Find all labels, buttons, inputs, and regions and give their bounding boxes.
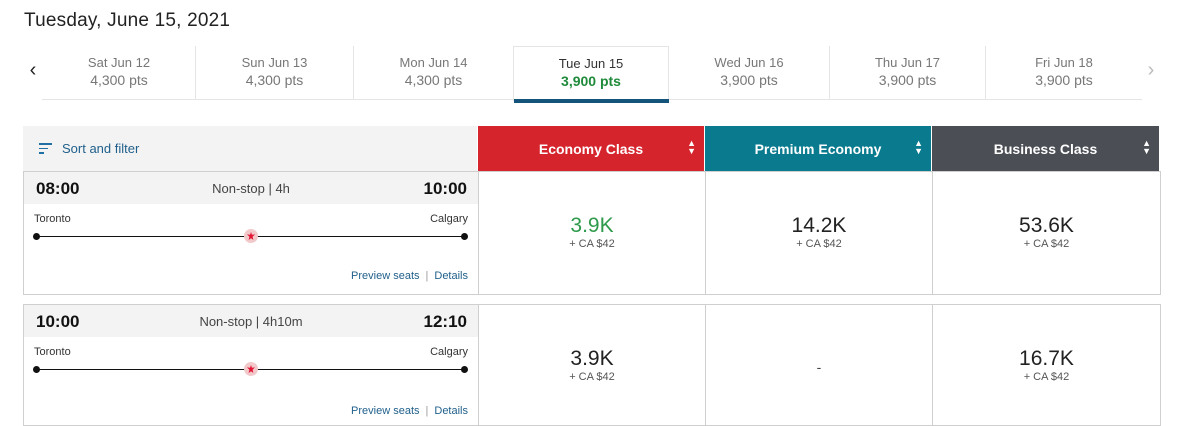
fare-economy[interactable]: 3.9K + CA $42 bbox=[478, 172, 705, 294]
maple-leaf-icon bbox=[244, 229, 258, 243]
date-option-mon-jun-14[interactable]: Mon Jun 14 4,300 pts bbox=[354, 46, 513, 100]
details-link[interactable]: Details bbox=[434, 270, 468, 282]
sort-arrows-icon: ▲ ▼ bbox=[1142, 138, 1151, 156]
date-selector: ‹ Sat Jun 12 4,300 pts Sun Jun 13 4,300 … bbox=[23, 46, 1163, 104]
arrival-time: 10:00 bbox=[423, 179, 467, 198]
maple-leaf-icon bbox=[244, 362, 258, 376]
fare-tax: + CA $42 bbox=[796, 238, 842, 250]
fare-amount: 53.6K bbox=[1019, 214, 1074, 237]
date-option-wed-jun-16[interactable]: Wed Jun 16 3,900 pts bbox=[669, 46, 830, 100]
origin-city: Toronto bbox=[34, 346, 71, 358]
preview-seats-link[interactable]: Preview seats bbox=[351, 405, 419, 417]
fare-amount: 14.2K bbox=[791, 214, 847, 237]
fare-amount: 3.9K bbox=[570, 214, 614, 237]
sort-arrows-icon: ▲ ▼ bbox=[687, 138, 696, 156]
destination-city: Calgary bbox=[430, 346, 468, 358]
flight-row: 08:00 Non-stop | 4h 10:00 Toronto Calgar… bbox=[23, 171, 1161, 295]
chevron-left-icon[interactable]: ‹ bbox=[25, 60, 41, 80]
sort-arrows-icon: ▲ ▼ bbox=[914, 138, 923, 156]
fare-business[interactable]: 16.7K + CA $42 bbox=[932, 305, 1160, 425]
date-option-tue-jun-15-selected[interactable]: Tue Jun 15 3,900 pts bbox=[513, 46, 669, 101]
fare-business[interactable]: 53.6K + CA $42 bbox=[932, 172, 1160, 294]
fare-tax: + CA $42 bbox=[1023, 371, 1070, 383]
destination-dot bbox=[461, 366, 468, 373]
fare-unavailable: - bbox=[816, 359, 822, 375]
cabin-header-business[interactable]: Business Class ▲ ▼ bbox=[932, 126, 1159, 171]
flight-duration: Non-stop | 4h10m bbox=[199, 314, 303, 329]
preview-seats-link[interactable]: Preview seats bbox=[351, 270, 419, 282]
fare-tax: + CA $42 bbox=[1023, 238, 1070, 250]
fare-tax: + CA $42 bbox=[569, 371, 615, 383]
page-title: Tuesday, June 15, 2021 bbox=[24, 10, 231, 31]
date-option-fri-jun-18[interactable]: Fri Jun 18 3,900 pts bbox=[986, 46, 1142, 100]
cabin-header-premium-economy[interactable]: Premium Economy ▲ ▼ bbox=[705, 126, 931, 171]
sort-and-filter-label: Sort and filter bbox=[62, 141, 140, 156]
date-option-thu-jun-17[interactable]: Thu Jun 17 3,900 pts bbox=[830, 46, 986, 100]
date-option-sun-jun-13[interactable]: Sun Jun 13 4,300 pts bbox=[196, 46, 354, 100]
fare-amount: 16.7K bbox=[1019, 347, 1074, 370]
sort-and-filter-button[interactable]: Sort and filter bbox=[23, 126, 477, 171]
details-link[interactable]: Details bbox=[434, 405, 468, 417]
flight-row: 10:00 Non-stop | 4h10m 12:10 Toronto Cal… bbox=[23, 304, 1161, 426]
origin-city: Toronto bbox=[34, 213, 71, 225]
flight-info: 10:00 Non-stop | 4h10m 12:10 Toronto Cal… bbox=[24, 305, 478, 425]
fare-premium-economy-unavailable: - bbox=[705, 305, 932, 425]
fare-tax: + CA $42 bbox=[569, 238, 615, 250]
fare-amount: 3.9K bbox=[570, 347, 614, 370]
fare-economy[interactable]: 3.9K + CA $42 bbox=[478, 305, 705, 425]
flight-duration: Non-stop | 4h bbox=[212, 181, 290, 196]
destination-city: Calgary bbox=[430, 213, 468, 225]
origin-dot bbox=[33, 233, 40, 240]
arrival-time: 12:10 bbox=[423, 312, 467, 331]
selected-date-indicator bbox=[514, 99, 669, 103]
fare-premium-economy[interactable]: 14.2K + CA $42 bbox=[705, 172, 932, 294]
destination-dot bbox=[461, 233, 468, 240]
date-option-sat-jun-12[interactable]: Sat Jun 12 4,300 pts bbox=[43, 46, 196, 100]
origin-dot bbox=[33, 366, 40, 373]
flight-info: 08:00 Non-stop | 4h 10:00 Toronto Calgar… bbox=[24, 172, 478, 294]
chevron-right-icon[interactable]: › bbox=[1143, 60, 1159, 80]
filter-icon bbox=[39, 143, 52, 157]
cabin-header-economy[interactable]: Economy Class ▲ ▼ bbox=[478, 126, 704, 171]
